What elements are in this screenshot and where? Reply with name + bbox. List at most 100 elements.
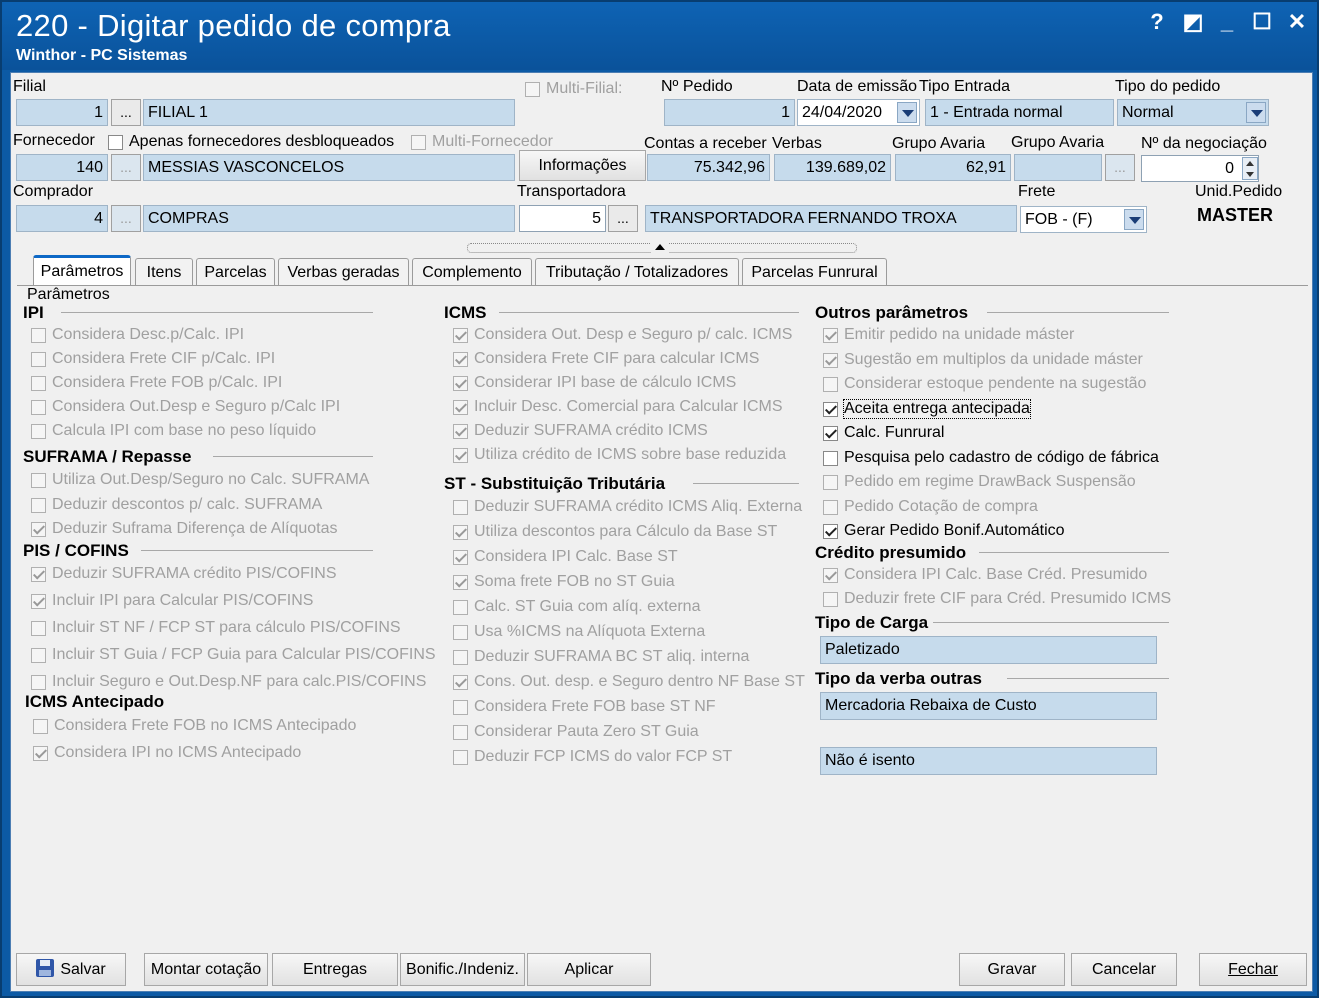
fornecedor-lookup-button[interactable]: ...	[111, 154, 141, 181]
option-checkbox[interactable]: Usa %ICMS na Alíquota Externa	[453, 623, 705, 641]
grupo-avaria-lookup-button[interactable]: ...	[1105, 154, 1135, 181]
num-negociacao-spinner[interactable]	[1242, 157, 1258, 180]
option-checkbox[interactable]: Considera Out. Desp e Seguro p/ calc. IC…	[453, 326, 792, 344]
tab-complemento[interactable]: Complemento	[412, 258, 532, 286]
filial-code-field[interactable]: 1	[16, 99, 108, 126]
checkbox-checked-icon[interactable]	[453, 574, 468, 590]
aplicar-button[interactable]: Aplicar	[527, 953, 651, 986]
checkbox-empty-icon[interactable]	[453, 749, 468, 765]
option-checkbox[interactable]: Utiliza Out.Desp/Seguro no Calc. SUFRAMA	[31, 471, 369, 489]
option-checkbox[interactable]: Deduzir SUFRAMA crédito ICMS	[453, 422, 708, 440]
tab-verbas-geradas[interactable]: Verbas geradas	[278, 258, 409, 286]
checkbox-empty-icon[interactable]	[453, 624, 468, 640]
checkbox-checked-icon[interactable]	[33, 745, 48, 761]
option-checkbox[interactable]: Considera Frete CIF para calcular ICMS	[453, 350, 759, 368]
checkbox-empty-icon[interactable]	[453, 599, 468, 615]
checkbox-checked-icon[interactable]	[823, 523, 838, 539]
option-checkbox[interactable]: Calc. ST Guia com alíq. externa	[453, 598, 700, 616]
chevron-down-icon[interactable]	[1246, 102, 1266, 123]
option-checkbox[interactable]: Emitir pedido na unidade máster	[823, 326, 1074, 344]
checkbox-empty-icon[interactable]	[453, 724, 468, 740]
option-checkbox[interactable]: Calcula IPI com base no peso líquido	[31, 422, 316, 440]
option-checkbox[interactable]: Deduzir Suframa Diferença de Alíquotas	[31, 520, 337, 538]
tab-itens[interactable]: Itens	[135, 258, 193, 286]
option-checkbox[interactable]: Incluir Seguro e Out.Desp.NF para calc.P…	[31, 673, 426, 691]
option-checkbox[interactable]: Soma frete FOB no ST Guia	[453, 573, 675, 591]
comprador-lookup-button[interactable]: ...	[111, 205, 141, 232]
maximize-icon[interactable]: ☐	[1249, 10, 1275, 36]
option-checkbox[interactable]: Incluir ST NF / FCP ST para cálculo PIS/…	[31, 619, 401, 637]
option-checkbox[interactable]: Considera IPI Calc. Base Créd. Presumido	[823, 566, 1147, 584]
help-icon[interactable]: ?	[1144, 10, 1170, 36]
gravar-button[interactable]: Gravar	[959, 953, 1065, 986]
option-checkbox[interactable]: Gerar Pedido Bonif.Automático	[823, 522, 1065, 540]
transportadora-code-field[interactable]: 5	[519, 205, 606, 232]
filial-lookup-button[interactable]: ...	[111, 99, 141, 126]
option-checkbox[interactable]: Incluir IPI para Calcular PIS/COFINS	[31, 592, 313, 610]
option-checkbox[interactable]: Considera Out.Desp e Seguro p/Calc IPI	[31, 398, 340, 416]
multi-fornecedor-checkbox[interactable]: Multi-Fornecedor	[411, 133, 553, 151]
checkbox-empty-icon[interactable]	[31, 399, 46, 415]
option-checkbox[interactable]: Considera IPI no ICMS Antecipado	[33, 744, 301, 762]
option-checkbox[interactable]: Cons. Out. desp. e Seguro dentro NF Base…	[453, 673, 805, 691]
tab-parcelas[interactable]: Parcelas	[196, 258, 275, 286]
checkbox-checked-icon[interactable]	[31, 521, 46, 537]
chevron-up-icon[interactable]	[651, 241, 669, 255]
checkbox-empty-icon[interactable]	[823, 474, 838, 490]
option-checkbox[interactable]: Considera Desc.p/Calc. IPI	[31, 326, 244, 344]
checkbox-empty-icon[interactable]	[823, 591, 838, 607]
option-checkbox[interactable]: Deduzir descontos p/ calc. SUFRAMA	[31, 496, 322, 514]
option-checkbox[interactable]: Aceita entrega antecipada	[823, 399, 1031, 419]
checkbox-empty-icon[interactable]	[453, 649, 468, 665]
option-checkbox[interactable]: Deduzir SUFRAMA crédito ICMS Aliq. Exter…	[453, 498, 802, 516]
bonific-indeniz-button[interactable]: Bonific./Indeniz.	[400, 953, 525, 986]
option-checkbox[interactable]: Considerar Pauta Zero ST Guia	[453, 723, 699, 741]
spin-up-icon[interactable]	[1246, 161, 1254, 166]
checkbox-empty-icon[interactable]	[453, 699, 468, 715]
option-checkbox[interactable]: Considera Frete FOB base ST NF	[453, 698, 716, 716]
option-checkbox[interactable]: Utiliza descontos para Cálculo da Base S…	[453, 523, 777, 541]
checkbox-empty-icon[interactable]	[31, 375, 46, 391]
tab-tributacao[interactable]: Tributação / Totalizadores	[535, 258, 739, 286]
montar-cotacao-button[interactable]: Montar cotação	[144, 953, 268, 986]
option-checkbox[interactable]: Pedido em regime DrawBack Suspensão	[823, 473, 1136, 491]
checkbox-empty-icon[interactable]	[31, 423, 46, 439]
checkbox-checked-icon[interactable]	[453, 524, 468, 540]
checkbox-checked-icon[interactable]	[453, 375, 468, 391]
fornecedor-code-field[interactable]: 140	[16, 154, 108, 181]
chevron-down-icon[interactable]	[1124, 209, 1144, 230]
option-checkbox[interactable]: Deduzir FCP ICMS do valor FCP ST	[453, 748, 732, 766]
checkbox-empty-icon[interactable]	[823, 499, 838, 515]
num-pedido-field[interactable]: 1	[664, 99, 795, 126]
option-checkbox[interactable]: Deduzir SUFRAMA BC ST aliq. interna	[453, 648, 749, 666]
comprador-code-field[interactable]: 4	[16, 205, 108, 232]
checkbox-checked-icon[interactable]	[823, 327, 838, 343]
cancelar-button[interactable]: Cancelar	[1071, 953, 1177, 986]
entregas-button[interactable]: Entregas	[272, 953, 398, 986]
option-checkbox[interactable]: Considera IPI Calc. Base ST	[453, 548, 678, 566]
checkbox-checked-icon[interactable]	[453, 327, 468, 343]
checkbox-checked-icon[interactable]	[453, 447, 468, 463]
option-checkbox[interactable]: Pesquisa pelo cadastro de código de fábr…	[823, 449, 1159, 467]
checkbox-checked-icon[interactable]	[823, 425, 838, 441]
salvar-button[interactable]: Salvar	[16, 953, 126, 986]
tipo-pedido-select[interactable]: Normal	[1117, 99, 1269, 126]
checkbox-empty-icon[interactable]	[823, 450, 838, 466]
checkbox-empty-icon[interactable]	[31, 497, 46, 513]
checkbox-checked-icon[interactable]	[31, 593, 46, 609]
checkbox-checked-icon[interactable]	[823, 352, 838, 368]
checkbox-empty-icon[interactable]	[31, 620, 46, 636]
fechar-button[interactable]: Fechar	[1199, 953, 1307, 986]
checkbox-empty-icon[interactable]	[823, 376, 838, 392]
tab-parametros[interactable]: Parâmetros	[33, 255, 131, 287]
apenas-desbloqueados-checkbox[interactable]: Apenas fornecedores desbloqueados	[108, 133, 394, 151]
option-checkbox[interactable]: Incluir Desc. Comercial para Calcular IC…	[453, 398, 783, 416]
option-checkbox[interactable]: Calc. Funrural	[823, 424, 944, 442]
checkbox-checked-icon[interactable]	[31, 566, 46, 582]
checkbox-empty-icon[interactable]	[31, 327, 46, 343]
checkbox-checked-icon[interactable]	[823, 567, 838, 583]
minimize-icon[interactable]: _	[1214, 10, 1240, 36]
checkbox-checked-icon[interactable]	[453, 399, 468, 415]
checkbox-checked-icon[interactable]	[453, 674, 468, 690]
option-checkbox[interactable]: Deduzir frete CIF para Créd. Presumido I…	[823, 590, 1171, 608]
